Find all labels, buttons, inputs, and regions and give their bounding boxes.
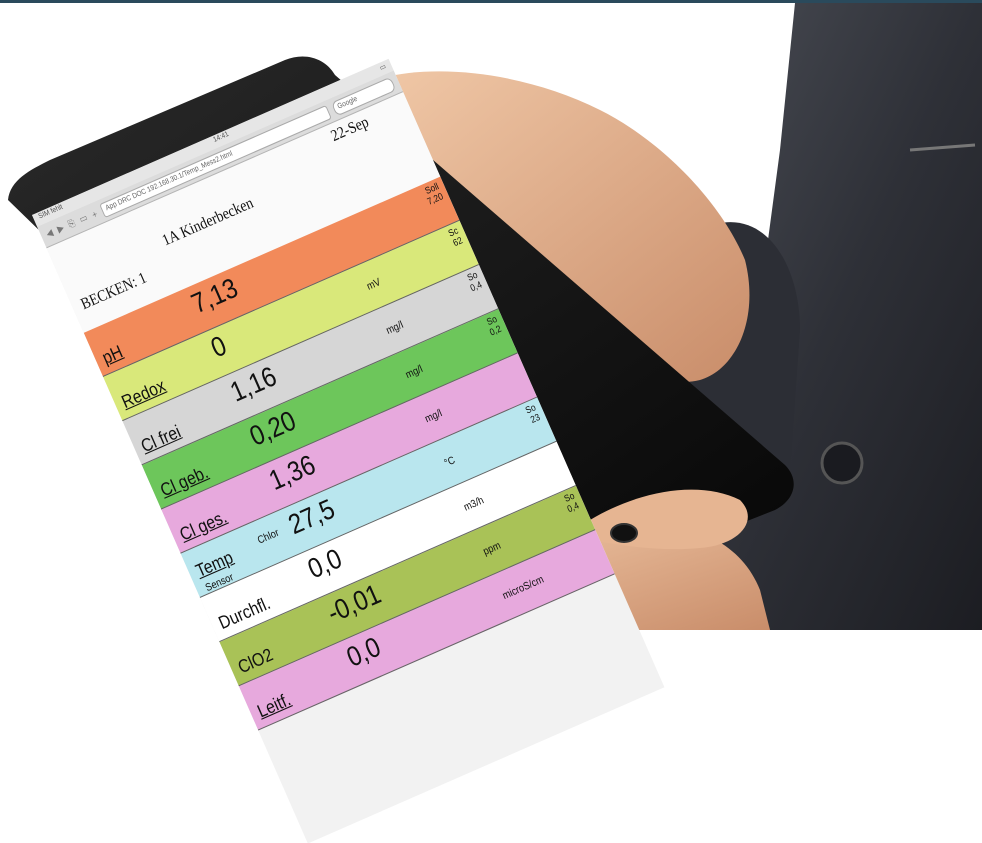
row-setpoint: So 0,2	[484, 313, 503, 338]
row-unit: °C	[442, 454, 458, 470]
row-unit: mg/l	[423, 407, 445, 426]
battery-icon: ▭	[378, 62, 388, 73]
back-icon[interactable]: ◀	[44, 227, 55, 240]
suit-button	[820, 441, 864, 485]
forward-icon[interactable]: ▶	[55, 222, 66, 235]
row-sublabel-chlor: Chlor	[255, 527, 281, 547]
share-icon[interactable]: ⎘	[66, 217, 77, 230]
row-unit: m3/h	[462, 494, 486, 514]
row-setpoint: So 0,4	[465, 269, 484, 294]
pool-name: 1A Kinderbecken	[159, 194, 257, 250]
row-setpoint: So 0,4	[562, 490, 581, 515]
bookmarks-icon[interactable]: ▭	[78, 212, 90, 226]
row-unit: mV	[365, 276, 383, 293]
row-unit: ppm	[481, 540, 503, 559]
row-label[interactable]: Leitf.	[254, 689, 294, 722]
row-unit: mg/l	[403, 363, 425, 382]
add-icon[interactable]: +	[90, 208, 99, 220]
row-setpoint: Soll 7,20	[423, 180, 445, 207]
row-setpoint: So 23	[523, 401, 542, 426]
row-unit: mg/l	[384, 319, 406, 338]
row-label[interactable]: pH	[99, 341, 126, 369]
row-value: 0	[205, 328, 232, 364]
home-button	[610, 523, 638, 543]
row-setpoint: Sc 62	[446, 224, 465, 249]
row-unit: microS/cm	[500, 573, 546, 603]
